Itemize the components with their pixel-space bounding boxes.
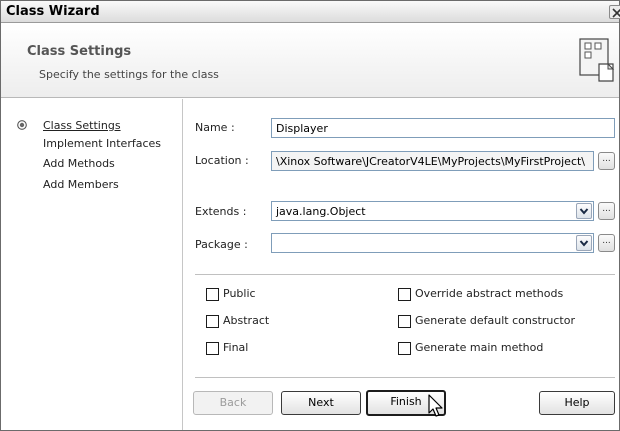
abstract-checkbox[interactable]: Abstract: [206, 314, 356, 329]
location-browse-button[interactable]: ...: [598, 152, 615, 170]
window-title: Class Wizard: [6, 4, 100, 19]
wizard-steps-sidebar: Class Settings Implement Interfaces Add …: [1, 99, 183, 430]
extends-browse-button[interactable]: ...: [598, 202, 615, 220]
main-method-checkbox[interactable]: Generate main method: [398, 341, 608, 356]
options-separator: [195, 274, 615, 275]
public-checkbox[interactable]: Public: [206, 287, 356, 302]
public-checkbox-box[interactable]: [206, 288, 219, 301]
mouse-pointer-icon: [428, 394, 443, 417]
package-browse-button[interactable]: ...: [598, 234, 615, 252]
current-step-bullet-icon: [17, 120, 27, 130]
public-checkbox-label: Public: [223, 287, 256, 300]
name-label: Name :: [195, 121, 235, 134]
override-abstract-checkbox-label: Override abstract methods: [415, 287, 564, 300]
wizard-header: Class Settings Specify the settings for …: [1, 24, 619, 98]
final-checkbox-box[interactable]: [206, 342, 219, 355]
default-constructor-checkbox-label: Generate default constructor: [415, 314, 575, 327]
abstract-checkbox-box[interactable]: [206, 315, 219, 328]
final-checkbox[interactable]: Final: [206, 341, 356, 356]
location-label: Location :: [195, 154, 249, 167]
main-method-checkbox-label: Generate main method: [415, 341, 544, 354]
extends-value: java.lang.Object: [276, 205, 366, 218]
title-bar[interactable]: Class Wizard: [1, 1, 620, 23]
extends-label: Extends :: [195, 205, 247, 218]
name-input[interactable]: Displayer: [271, 118, 615, 138]
step-add-members[interactable]: Add Members: [43, 178, 119, 191]
package-select[interactable]: [271, 233, 594, 253]
chevron-down-icon[interactable]: [576, 203, 592, 219]
back-button[interactable]: Back: [193, 391, 273, 415]
default-constructor-checkbox-box[interactable]: [398, 315, 411, 328]
chevron-down-icon[interactable]: [576, 235, 592, 251]
class-wizard-window: Class Wizard Class Settings Specify the …: [0, 0, 620, 431]
header-subtitle: Specify the settings for the class: [39, 68, 219, 81]
override-abstract-checkbox-box[interactable]: [398, 288, 411, 301]
package-label: Package :: [195, 238, 248, 251]
abstract-checkbox-label: Abstract: [223, 314, 270, 327]
override-abstract-checkbox[interactable]: Override abstract methods: [398, 287, 608, 302]
header-title: Class Settings: [27, 44, 132, 59]
buttons-separator: [195, 377, 615, 378]
next-button[interactable]: Next: [281, 391, 361, 415]
step-add-methods[interactable]: Add Methods: [43, 157, 115, 170]
class-file-icon: [579, 38, 615, 82]
close-icon[interactable]: [609, 5, 620, 19]
location-field[interactable]: \Xinox Software\JCreatorV4LE\MyProjects\…: [271, 151, 594, 171]
step-implement-interfaces[interactable]: Implement Interfaces: [43, 137, 161, 150]
main-method-checkbox-box[interactable]: [398, 342, 411, 355]
final-checkbox-label: Final: [223, 341, 249, 354]
step-class-settings[interactable]: Class Settings: [43, 119, 121, 132]
extends-select[interactable]: java.lang.Object: [271, 201, 594, 221]
help-button[interactable]: Help: [539, 391, 615, 415]
default-constructor-checkbox[interactable]: Generate default constructor: [398, 314, 608, 329]
